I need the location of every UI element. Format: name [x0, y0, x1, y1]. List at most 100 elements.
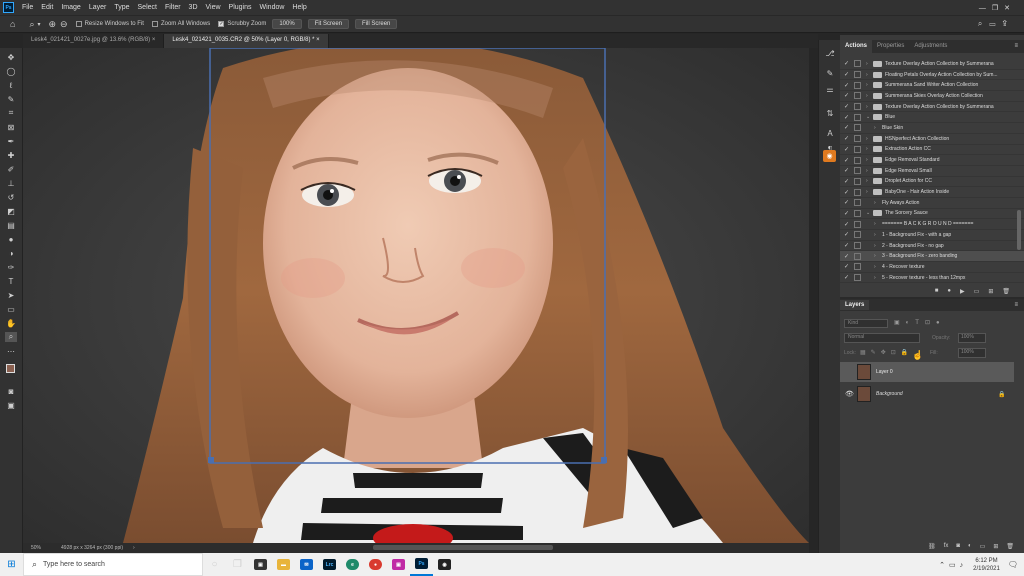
layer-row-background[interactable]: 👁 Background 🔒 — [840, 384, 1014, 404]
properties-icon[interactable]: ⚌ — [824, 84, 836, 94]
action-row[interactable]: ✓ › Floating Petals Overlay Action Collect… — [840, 70, 1024, 81]
expand-chevron-icon[interactable]: ⌄ — [866, 114, 870, 120]
dialog-toggle-box[interactable] — [854, 220, 861, 228]
path-select-icon[interactable]: ➤ — [5, 290, 17, 300]
new-layer-icon[interactable]: ⊞ — [993, 543, 998, 550]
action-row[interactable]: ✓ › Blue Skin — [840, 123, 1024, 134]
expand-chevron-icon[interactable]: › — [866, 178, 868, 184]
dialog-toggle-box[interactable] — [854, 167, 861, 175]
menu-help[interactable]: Help — [288, 4, 310, 11]
expand-chevron-icon[interactable]: › — [866, 189, 868, 195]
menu-edit[interactable]: Edit — [37, 4, 57, 11]
action-row[interactable]: ✓ › 1 - Background Fix - with a gap — [840, 230, 1024, 241]
mail-icon[interactable]: ✉ — [295, 553, 318, 576]
file-explorer-icon[interactable]: ▬ — [272, 553, 295, 576]
edge-icon[interactable]: e — [341, 553, 364, 576]
brush-tool-icon[interactable]: ✐ — [5, 164, 17, 174]
screen-recorder-icon[interactable]: ◉ — [433, 553, 456, 576]
stop-icon[interactable]: ■ — [935, 288, 939, 294]
photoshop-taskbar-icon[interactable]: Ps — [410, 553, 433, 576]
expand-chevron-icon[interactable]: › — [874, 200, 876, 206]
fill-input[interactable]: 100% — [958, 348, 986, 358]
menu-3d[interactable]: 3D — [185, 4, 202, 11]
brush-settings-icon[interactable]: ✎ — [824, 68, 836, 78]
eyedropper-tool-icon[interactable]: ✒ — [5, 136, 17, 146]
character-icon[interactable]: A — [824, 128, 836, 138]
actions-scrollbar[interactable] — [1017, 210, 1021, 250]
dialog-toggle-box[interactable] — [854, 60, 861, 68]
minimize-icon[interactable]: — — [979, 5, 992, 12]
expand-chevron-icon[interactable]: › — [866, 168, 868, 174]
toggle-check-icon[interactable]: ✓ — [844, 157, 849, 164]
home-icon[interactable]: ⌂ — [10, 19, 15, 29]
opacity-input[interactable]: 100% — [958, 333, 986, 343]
tab-adjustments[interactable]: Adjustments — [909, 40, 952, 53]
dialog-toggle-box[interactable] — [854, 103, 861, 111]
tab-actions[interactable]: Actions — [840, 40, 873, 53]
blur-tool-icon[interactable]: ● — [5, 234, 17, 244]
quick-mask-icon[interactable]: ◙ — [5, 386, 17, 396]
expand-chevron-icon[interactable]: › — [874, 125, 876, 131]
layer-name[interactable]: Background — [876, 391, 903, 397]
expand-chevron-icon[interactable]: › — [866, 93, 868, 99]
expand-chevron-icon[interactable]: ⌄ — [866, 210, 870, 216]
chevron-right-icon[interactable]: › — [133, 545, 135, 551]
blend-mode-select[interactable]: Normal — [844, 333, 920, 343]
dialog-toggle-box[interactable] — [854, 92, 861, 100]
menu-filter[interactable]: Filter — [161, 4, 185, 11]
action-row[interactable]: ✓ › 4 - Recover texture — [840, 262, 1024, 273]
dialog-toggle-box[interactable] — [854, 135, 861, 143]
tab-properties[interactable]: Properties — [872, 40, 909, 53]
quick-select-tool-icon[interactable]: ✎ — [5, 94, 17, 104]
action-row[interactable]: ✓ › Droplet Action for CC — [840, 177, 1024, 188]
toggle-check-icon[interactable]: ✓ — [844, 253, 849, 260]
photoshop-logo-icon[interactable]: Ps — [3, 2, 14, 13]
action-row[interactable]: ✓ › Summerana Sand Writer Action Collectio… — [840, 80, 1024, 92]
record-icon[interactable]: ● — [947, 288, 951, 294]
eraser-tool-icon[interactable]: ◩ — [5, 206, 17, 216]
action-row[interactable]: ✓ › 3 - Background Fix - zero banding — [840, 251, 1024, 263]
zoom-in-icon[interactable]: ⊕ — [49, 19, 57, 30]
dialog-toggle-box[interactable] — [854, 274, 861, 282]
panel-menu-icon[interactable]: ≡ — [1008, 40, 1024, 53]
clock-time[interactable]: 6:12 PM — [973, 557, 1000, 565]
toggle-check-icon[interactable]: ✓ — [844, 71, 849, 78]
toggle-check-icon[interactable]: ✓ — [844, 60, 849, 67]
mask-icon[interactable]: ◙ — [956, 543, 960, 550]
zoom-level[interactable]: 50% — [31, 545, 41, 551]
horizontal-scrollbar[interactable] — [373, 545, 553, 550]
toggle-check-icon[interactable]: ✓ — [844, 167, 849, 174]
menu-image[interactable]: Image — [57, 4, 84, 11]
layer-filter-kind[interactable]: Kind — [844, 319, 888, 328]
windows-start-icon[interactable]: ⊞ — [0, 553, 23, 576]
link-icon[interactable]: ⛓ — [928, 543, 936, 550]
expand-chevron-icon[interactable]: › — [874, 232, 876, 238]
action-row[interactable]: ✓ › Edge Removal Small — [840, 166, 1024, 177]
toggle-check-icon[interactable]: ✓ — [844, 199, 849, 206]
toggle-check-icon[interactable]: ✓ — [844, 124, 849, 131]
chevron-down-icon[interactable]: ▾ — [37, 21, 40, 28]
workspace-icon[interactable]: ▭ — [989, 19, 1002, 28]
share-icon[interactable]: ⇪ — [1002, 19, 1014, 28]
action-row[interactable]: ✓ ⌄ Blue — [840, 112, 1024, 124]
toggle-check-icon[interactable]: ✓ — [844, 92, 849, 99]
dialog-toggle-box[interactable] — [854, 242, 861, 250]
fx-icon[interactable]: fx — [944, 543, 949, 550]
chrome-icon[interactable]: ● — [364, 553, 387, 576]
toggle-check-icon[interactable]: ✓ — [844, 103, 849, 110]
group-icon[interactable]: ▭ — [980, 543, 986, 550]
screen-mode-icon[interactable]: ▣ — [5, 400, 17, 410]
dialog-toggle-box[interactable] — [854, 124, 861, 132]
action-row[interactable]: ✓ ⌄ The Sorcery Sauce — [840, 209, 1024, 220]
toggle-check-icon[interactable]: ✓ — [844, 82, 849, 89]
zoom-out-icon[interactable]: ⊖ — [60, 19, 68, 30]
layers-menu-icon[interactable]: ≡ — [1014, 302, 1024, 308]
search-icon[interactable]: ⌕ — [978, 19, 989, 28]
layer-name[interactable]: Layer 0 — [876, 369, 893, 375]
expand-chevron-icon[interactable]: › — [866, 146, 868, 152]
zoom-tool-icon[interactable]: ⌕ — [29, 19, 34, 30]
healing-brush-icon[interactable]: ✚ — [5, 150, 17, 160]
layer-filter-icons[interactable]: ▣◐T⊡● — [894, 319, 946, 326]
expand-chevron-icon[interactable]: › — [874, 264, 876, 270]
new-action-icon[interactable]: ⊞ — [988, 288, 993, 295]
